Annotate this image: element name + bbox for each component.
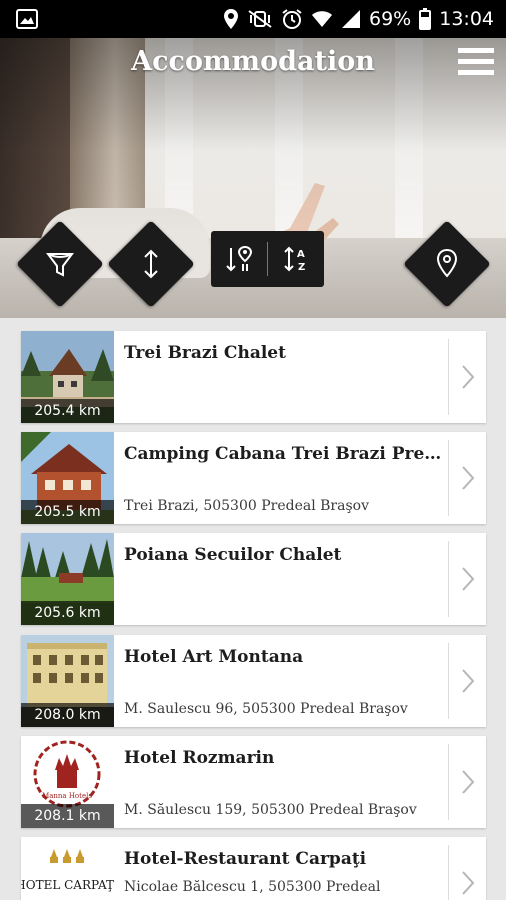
page-title: Accommodation: [131, 46, 375, 77]
accommodation-list: 205.4 km Trei Brazi Chalet 205.5 km Camp…: [0, 318, 506, 900]
listing-address: M. Saulescu 96, 505300 Predeal Braşov: [124, 701, 408, 717]
battery-percent: 69%: [369, 8, 412, 30]
chevron-right-icon: [448, 541, 486, 617]
sort-mode-group: A Z: [211, 231, 324, 287]
mute-vibrate-icon: [247, 9, 273, 29]
list-item[interactable]: HOTEL CARPAŢI Hotel-Restaurant Carpaţi N…: [21, 837, 486, 900]
listing-name: Hotel Art Montana: [124, 647, 304, 667]
chevron-right-icon: [448, 744, 486, 820]
listing-name: Hotel Rozmarin: [124, 748, 275, 768]
distance-badge: 208.1 km: [21, 804, 114, 828]
distance-badge: 205.6 km: [21, 601, 114, 625]
listing-thumbnail: HOTEL CARPAŢI: [21, 837, 114, 900]
map-pin-icon: [436, 248, 458, 278]
listing-thumbnail: 205.6 km: [21, 533, 114, 625]
listing-name: Camping Cabana Trei Brazi Predeal: [124, 444, 446, 464]
menu-icon-bar: [458, 48, 494, 53]
distance-badge: 208.0 km: [21, 703, 114, 727]
chevron-right-icon: [448, 440, 486, 516]
filter-button[interactable]: [16, 220, 104, 308]
distance-badge: 205.5 km: [21, 500, 114, 524]
sort-alphabetical-button[interactable]: A Z: [268, 231, 324, 287]
menu-icon-bar: [458, 70, 494, 75]
clock-time: 13:04: [439, 8, 494, 30]
sort-updown-icon: [144, 249, 158, 279]
sort-by-distance-button[interactable]: [211, 231, 267, 287]
sort-order-button[interactable]: [107, 220, 195, 308]
carpati-logo: HOTEL CARPAŢI: [21, 837, 114, 900]
chevron-right-icon: [448, 643, 486, 719]
sort-alpha-icon: A Z: [284, 246, 305, 273]
list-item[interactable]: 205.4 km Trei Brazi Chalet: [21, 331, 486, 423]
rozmarin-logo-text: Manna Hotels: [42, 792, 92, 800]
listing-thumbnail: 208.0 km: [21, 635, 114, 727]
battery-icon: [419, 8, 432, 30]
menu-icon-bar: [458, 59, 494, 64]
listing-thumbnail: 205.4 km: [21, 331, 114, 423]
chevron-right-icon: [448, 845, 486, 900]
listing-address: M. Săulescu 159, 505300 Predeal Braşov: [124, 802, 417, 818]
list-item[interactable]: 205.5 km Camping Cabana Trei Brazi Prede…: [21, 432, 486, 524]
list-item[interactable]: Manna Hotels 208.1 km Hotel Rozmarin M. …: [21, 736, 486, 828]
listing-name: Hotel-Restaurant Carpaţi: [124, 849, 367, 869]
signal-icon: [341, 9, 361, 29]
alarm-icon: [281, 8, 303, 30]
listing-thumbnail: Manna Hotels 208.1 km: [21, 736, 114, 828]
map-button[interactable]: [403, 220, 491, 308]
listing-name: Poiana Secuilor Chalet: [124, 545, 342, 565]
listing-address: Nicolae Bălcescu 1, 505300 Predeal: [124, 879, 381, 895]
wifi-icon: [311, 9, 333, 29]
listing-thumbnail: 205.5 km: [21, 432, 114, 524]
svg-text:Z: Z: [298, 262, 305, 273]
list-item[interactable]: 205.6 km Poiana Secuilor Chalet: [21, 533, 486, 625]
filter-funnel-icon: [45, 253, 74, 277]
list-item[interactable]: 208.0 km Hotel Art Montana M. Saulescu 9…: [21, 635, 486, 727]
menu-button[interactable]: [458, 48, 494, 78]
gallery-notification-icon: [16, 9, 38, 33]
distance-badge: 205.4 km: [21, 399, 114, 423]
listing-address: Trei Brazi, 505300 Predeal Braşov: [124, 498, 369, 514]
svg-text:A: A: [297, 249, 305, 260]
chevron-right-icon: [448, 339, 486, 415]
status-bar: 69% 13:04: [0, 0, 506, 38]
location-icon: [223, 8, 239, 30]
sort-distance-icon: [226, 245, 253, 272]
carpati-logo-text: HOTEL CARPAŢI: [21, 878, 114, 892]
listing-name: Trei Brazi Chalet: [124, 343, 286, 363]
